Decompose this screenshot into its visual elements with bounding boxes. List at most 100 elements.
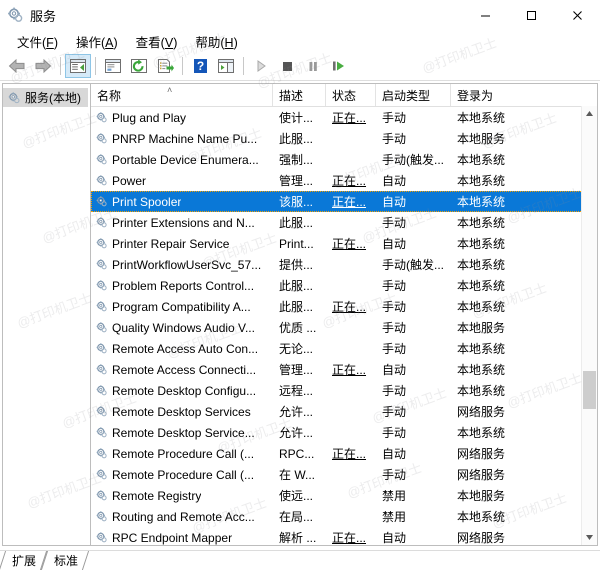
service-startup-cell: 手动 (376, 298, 451, 315)
column-header-name[interactable]: 名称 ˄ (91, 84, 273, 106)
service-name-cell: Remote Registry (91, 489, 273, 503)
toolbar-separator (182, 57, 183, 75)
service-startup-cell: 手动 (376, 340, 451, 357)
services-list[interactable]: Plug and Play使计...正在...手动本地系统PNRP Machin… (91, 107, 597, 545)
column-header-status[interactable]: 状态 (326, 84, 376, 106)
tab-standard[interactable]: 标准 (44, 551, 86, 570)
help-button[interactable]: ? (187, 54, 213, 78)
service-startup-cell: 手动(触发... (376, 151, 451, 168)
table-row[interactable]: Remote Access Auto Con...无论...手动本地系统 (91, 338, 597, 359)
service-name-cell: RPC Endpoint Mapper (91, 531, 273, 545)
menu-view[interactable]: 查看(V) (127, 30, 187, 53)
close-button[interactable] (554, 0, 600, 30)
service-status-cell: 正在... (326, 235, 376, 252)
tab-extended[interactable]: 扩展 (2, 551, 44, 570)
service-name: Remote Procedure Call (... (112, 447, 254, 461)
menu-action[interactable]: 操作(A) (67, 30, 127, 53)
scrollbar-thumb[interactable] (583, 371, 596, 409)
show-action-pane-button[interactable] (213, 54, 239, 78)
service-logon-cell: 本地系统 (451, 256, 597, 273)
table-row[interactable]: Plug and Play使计...正在...手动本地系统 (91, 107, 597, 128)
minimize-button[interactable] (462, 0, 508, 30)
scroll-down-arrow-icon[interactable] (582, 530, 597, 545)
forward-button[interactable] (30, 54, 56, 78)
menu-file[interactable]: 文件(F) (8, 30, 67, 53)
service-startup-cell: 自动 (376, 193, 451, 210)
service-startup-cell: 手动 (376, 277, 451, 294)
service-name-cell: Printer Repair Service (91, 237, 273, 251)
service-description-cell: 此服... (273, 298, 326, 315)
service-name: Print Spooler (112, 195, 181, 209)
service-name: Power (112, 174, 146, 188)
stop-service-button[interactable] (274, 54, 300, 78)
column-header-logon[interactable]: 登录为 (451, 84, 597, 106)
table-row[interactable]: RPC Endpoint Mapper解析 ...正在...自动网络服务 (91, 527, 597, 545)
service-description-cell: 强制... (273, 151, 326, 168)
pause-service-button[interactable] (300, 54, 326, 78)
column-header-startup[interactable]: 启动类型 (376, 84, 451, 106)
service-gear-icon (95, 384, 108, 397)
table-row[interactable]: Routing and Remote Acc...在局...禁用本地系统 (91, 506, 597, 527)
table-row[interactable]: Remote Access Connecti...管理...正在...自动本地系… (91, 359, 597, 380)
restart-service-button[interactable] (326, 54, 352, 78)
maximize-button[interactable] (508, 0, 554, 30)
service-description-cell: 该服... (273, 193, 326, 210)
service-status-cell: 正在... (326, 529, 376, 545)
table-row[interactable]: Problem Reports Control...此服...手动本地系统 (91, 275, 597, 296)
table-row[interactable]: Remote Procedure Call (...RPC...正在...自动网… (91, 443, 597, 464)
table-row[interactable]: Remote Desktop Configu...远程...手动本地系统 (91, 380, 597, 401)
table-row[interactable]: Portable Device Enumera...强制...手动(触发...本… (91, 149, 597, 170)
service-name-cell: PrintWorkflowUserSvc_57... (91, 258, 273, 272)
table-row[interactable]: Print Spooler该服...正在...自动本地系统 (91, 191, 597, 212)
properties-window-button[interactable] (100, 54, 126, 78)
menu-help[interactable]: 帮助(H) (186, 30, 246, 53)
service-startup-cell: 手动 (376, 130, 451, 147)
table-row[interactable]: PNRP Machine Name Pu...此服...手动本地服务 (91, 128, 597, 149)
service-gear-icon (95, 321, 108, 334)
service-logon-cell: 本地系统 (451, 109, 597, 126)
export-list-button[interactable] (152, 54, 178, 78)
service-name: Remote Procedure Call (... (112, 468, 254, 482)
column-header-description[interactable]: 描述 (273, 84, 326, 106)
service-logon-cell: 网络服务 (451, 529, 597, 545)
table-row[interactable]: Remote Desktop Service...允许...手动本地系统 (91, 422, 597, 443)
table-row[interactable]: Program Compatibility A...此服...正在...手动本地… (91, 296, 597, 317)
service-logon-cell: 本地系统 (451, 361, 597, 378)
service-startup-cell: 手动 (376, 382, 451, 399)
service-description-cell: Print... (273, 237, 326, 251)
service-logon-cell: 本地系统 (451, 193, 597, 210)
window-controls (462, 0, 600, 30)
scroll-up-arrow-icon[interactable] (582, 106, 597, 121)
service-name-cell: Printer Extensions and N... (91, 216, 273, 230)
service-name-cell: Remote Desktop Configu... (91, 384, 273, 398)
service-description-cell: 允许... (273, 424, 326, 441)
service-name: Printer Repair Service (112, 237, 229, 251)
table-row[interactable]: Remote Registry使远...禁用本地服务 (91, 485, 597, 506)
service-gear-icon (95, 510, 108, 523)
table-row[interactable]: Remote Procedure Call (...在 W...手动网络服务 (91, 464, 597, 485)
service-logon-cell: 网络服务 (451, 466, 597, 483)
back-button[interactable] (4, 54, 30, 78)
service-logon-cell: 本地系统 (451, 151, 597, 168)
service-logon-cell: 本地系统 (451, 298, 597, 315)
show-hide-tree-button[interactable] (65, 54, 91, 78)
sidebar-item-services-local[interactable]: 服务(本地) (3, 88, 88, 107)
service-description-cell: 此服... (273, 130, 326, 147)
service-description-cell: 解析 ... (273, 529, 326, 545)
table-row[interactable]: Printer Extensions and N...此服...手动本地系统 (91, 212, 597, 233)
table-row[interactable]: Power管理...正在...自动本地系统 (91, 170, 597, 191)
refresh-button[interactable] (126, 54, 152, 78)
service-description-cell: 远程... (273, 382, 326, 399)
table-row[interactable]: Printer Repair ServicePrint...正在...自动本地系… (91, 233, 597, 254)
start-service-button[interactable] (248, 54, 274, 78)
scrollbar-track[interactable] (582, 121, 597, 530)
service-name: Plug and Play (112, 111, 186, 125)
service-startup-cell: 手动 (376, 466, 451, 483)
table-row[interactable]: Remote Desktop Services允许...手动网络服务 (91, 401, 597, 422)
table-row[interactable]: Quality Windows Audio V...优质 ...手动本地服务 (91, 317, 597, 338)
service-name-cell: Remote Desktop Service... (91, 426, 273, 440)
service-name: Remote Desktop Service... (112, 426, 255, 440)
vertical-scrollbar[interactable] (581, 106, 597, 545)
service-gear-icon (95, 216, 108, 229)
table-row[interactable]: PrintWorkflowUserSvc_57...提供...手动(触发...本… (91, 254, 597, 275)
